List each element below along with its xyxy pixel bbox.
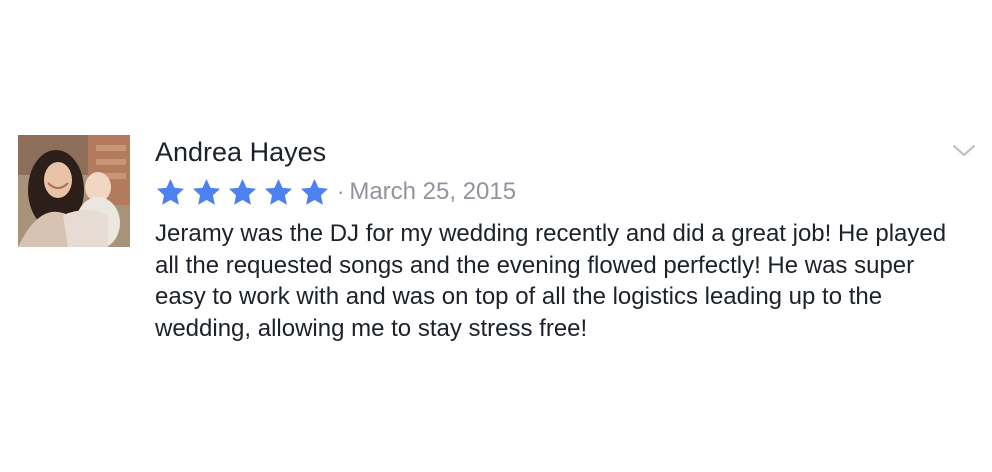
separator-dot: · bbox=[337, 179, 345, 204]
star-rating bbox=[155, 177, 335, 208]
avatar[interactable] bbox=[18, 135, 130, 247]
chevron-down-icon[interactable] bbox=[951, 140, 977, 162]
review-card: Andrea Hayes · March 25, 2015 Jeramy was… bbox=[0, 0, 992, 472]
review-date[interactable]: March 25, 2015 bbox=[349, 176, 516, 208]
reviewer-name[interactable]: Andrea Hayes bbox=[155, 134, 326, 170]
review-text: Jeramy was the DJ for my wedding recentl… bbox=[155, 220, 947, 342]
profile-photo bbox=[18, 135, 130, 247]
star-icon bbox=[155, 177, 186, 208]
rating-row: · March 25, 2015 bbox=[155, 176, 516, 208]
star-icon bbox=[263, 177, 294, 208]
star-icon bbox=[191, 177, 222, 208]
star-icon bbox=[299, 177, 330, 208]
star-icon bbox=[227, 177, 258, 208]
